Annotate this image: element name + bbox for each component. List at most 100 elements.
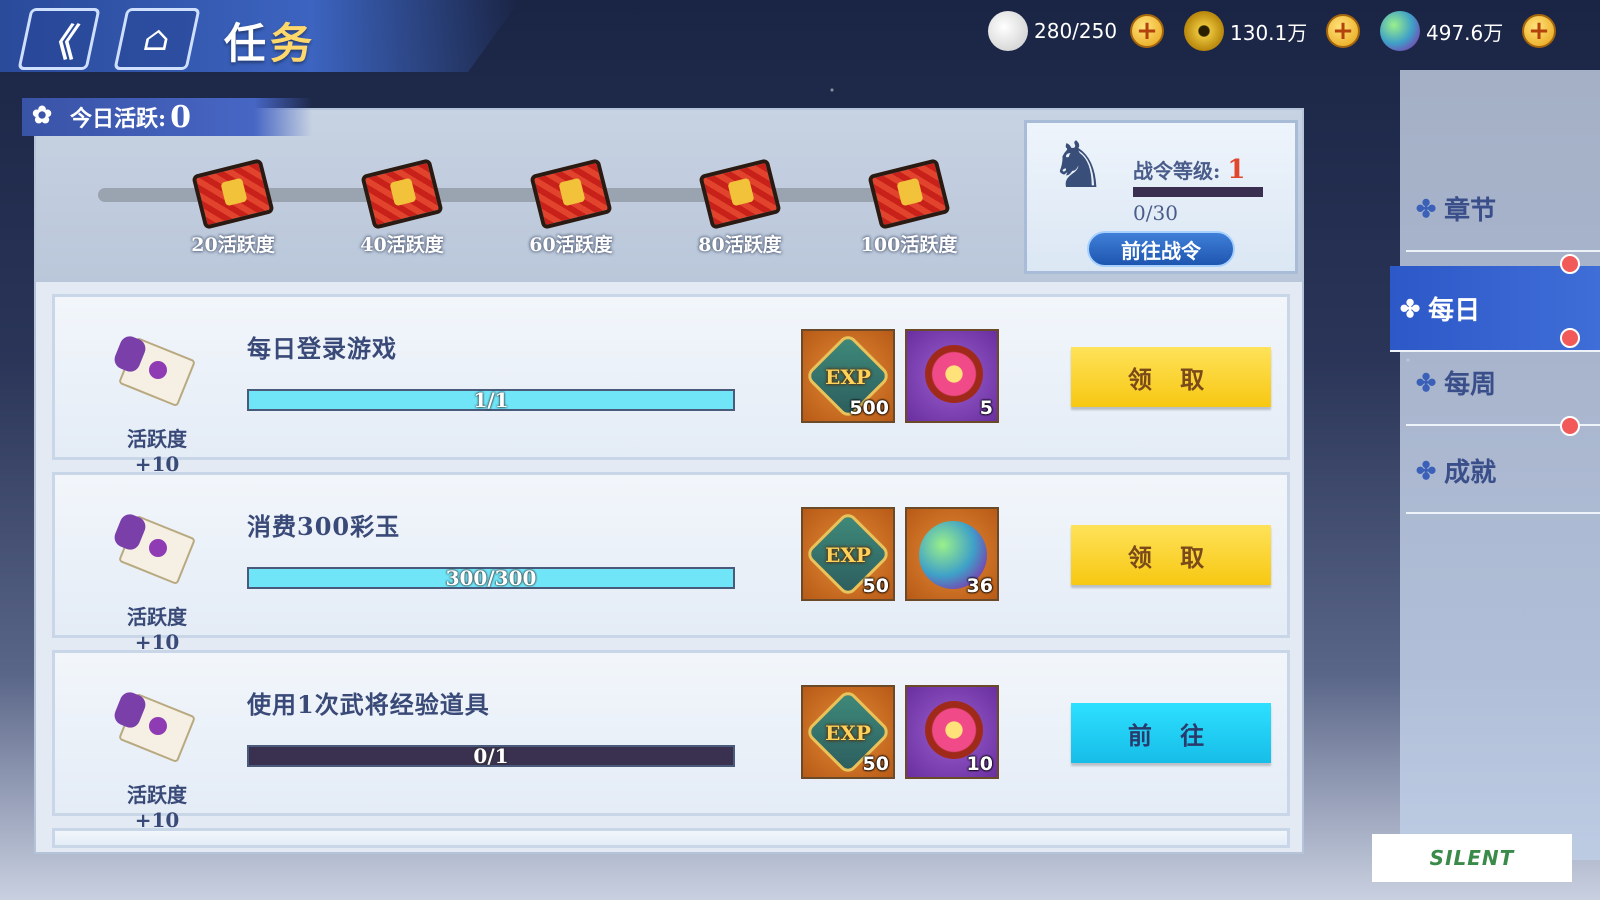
clover-icon: ✤ — [1400, 293, 1421, 323]
chest-icon — [191, 158, 275, 230]
task-progress-bar: 300/300 — [247, 566, 735, 590]
reward-count: 5 — [979, 397, 993, 419]
nav-chapter[interactable]: ✤ 章节 — [1406, 166, 1600, 252]
home-button[interactable]: ⌂ — [113, 8, 201, 70]
scroll-icon — [111, 333, 201, 408]
reward-count: 50 — [862, 575, 889, 597]
currency-stamina: 280/250 + — [988, 10, 1164, 52]
reward-count: 36 — [966, 575, 993, 597]
notification-dot — [1560, 328, 1580, 348]
reward-flower[interactable]: 5 — [905, 329, 999, 423]
milestone-chest-60[interactable]: 60活跃度 — [526, 158, 616, 257]
reward-count: 50 — [862, 753, 889, 775]
task-row-partial — [52, 828, 1290, 848]
nav-label: 每日 — [1428, 295, 1481, 326]
exp-label: EXP — [825, 721, 871, 745]
flower-icon — [925, 345, 983, 403]
milestone-chest-100[interactable]: 100活跃度 — [861, 158, 957, 257]
task-row: 活跃度+10 每日登录游戏 1/1 EXP 500 5 领 取 — [52, 294, 1290, 476]
go-to-pass-button[interactable]: 前往战令 — [1087, 231, 1235, 267]
task-progress-text: 0/1 — [473, 744, 509, 768]
nav-achievement[interactable]: ✤ 成就 — [1406, 416, 1600, 514]
chest-icon — [529, 158, 613, 230]
pass-level-value: 1 — [1227, 155, 1246, 185]
milestone-label: 80活跃度 — [698, 234, 782, 256]
task-progress-text: 1/1 — [473, 388, 509, 412]
task-row: 活跃度+10 使用1次武将经验道具 0/1 EXP 50 10 前 往 — [52, 650, 1290, 832]
task-progress-bar: 0/1 — [247, 744, 735, 768]
coins-value: 130.1万 — [1230, 20, 1308, 45]
reward-exp[interactable]: EXP 500 — [801, 329, 895, 423]
milestone-chest-20[interactable]: 20活跃度 — [188, 158, 278, 257]
notification-dot — [1560, 254, 1580, 274]
pass-level: 战令等级: 1 — [1133, 155, 1245, 185]
fox-mask-icon: ♞ — [1049, 129, 1107, 203]
task-points: 活跃度+10 — [127, 427, 187, 476]
nav-label: 每周 — [1444, 369, 1497, 400]
pass-level-label: 战令等级: — [1133, 159, 1221, 183]
exp-label: EXP — [825, 543, 871, 567]
back-arrow-icon: 《 — [34, 19, 83, 65]
task-progress-text: 300/300 — [445, 566, 537, 590]
reward-count: 10 — [966, 753, 993, 775]
daily-activity-banner: ✿ 今日活跃: 0 — [22, 98, 312, 136]
claim-button[interactable]: 领 取 — [1071, 347, 1271, 407]
exp-label: EXP — [825, 365, 871, 389]
nav-label: 章节 — [1444, 195, 1497, 226]
clover-icon: ✤ — [1416, 193, 1437, 223]
reward-count: 500 — [849, 397, 889, 419]
title-part-1: 任 — [224, 19, 271, 68]
jade-value: 497.6万 — [1426, 20, 1504, 45]
task-name: 使用1次武将经验道具 — [247, 690, 490, 719]
task-row: 活跃度+10 消费300彩玉 300/300 EXP 50 36 领 取 — [52, 472, 1290, 654]
task-progress-bar: 1/1 — [247, 388, 735, 412]
scroll-icon — [111, 689, 201, 764]
go-button[interactable]: 前 往 — [1071, 703, 1271, 763]
add-coins-button[interactable]: + — [1326, 14, 1360, 48]
flower-icon — [925, 701, 983, 759]
milestone-label: 20活跃度 — [191, 234, 275, 256]
back-button[interactable]: 《 — [17, 8, 101, 70]
claim-button[interactable]: 领 取 — [1071, 525, 1271, 585]
reward-jade-orb[interactable]: 36 — [905, 507, 999, 601]
add-jade-button[interactable]: + — [1522, 14, 1556, 48]
nav-label: 成就 — [1444, 457, 1497, 488]
nav-weekly[interactable]: ✤ 每周 — [1406, 328, 1600, 426]
stamina-value: 280/250 — [1034, 19, 1118, 43]
sakura-icon: ✿ — [32, 100, 53, 129]
chest-icon — [360, 158, 444, 230]
milestone-chest-40[interactable]: 40活跃度 — [357, 158, 447, 257]
reward-exp[interactable]: EXP 50 — [801, 507, 895, 601]
task-points: 活跃度+10 — [127, 605, 187, 654]
watermark-logo: SILENT — [1372, 834, 1572, 882]
reward-exp[interactable]: EXP 50 — [801, 685, 895, 779]
task-panel: ✿ 今日活跃: 0 20活跃度 40活跃度 60活跃度 80活跃度 100活跃度… — [22, 98, 1304, 854]
task-name: 每日登录游戏 — [247, 334, 397, 363]
activity-value: 0 — [170, 99, 191, 135]
home-icon: ⌂ — [139, 19, 175, 59]
task-name: 消费300彩玉 — [247, 512, 401, 541]
chest-icon — [698, 158, 782, 230]
chest-icon — [867, 158, 951, 230]
currency-coins: 130.1万 + — [1184, 10, 1360, 52]
clover-icon: ✤ — [1416, 367, 1437, 397]
activity-label: 今日活跃: — [70, 106, 167, 132]
pass-progress-text: 0/30 — [1133, 201, 1178, 225]
clover-icon: ✤ — [1416, 455, 1437, 485]
milestone-label: 100活跃度 — [860, 234, 958, 256]
title-part-2: 务 — [270, 19, 317, 68]
side-nav: ✤ 章节 ✤ 每日 ✤ 每周 ✤ 成就 — [1390, 70, 1600, 860]
task-points: 活跃度+10 — [127, 783, 187, 832]
pass-progress-bar — [1133, 187, 1263, 197]
notification-dot — [1560, 416, 1580, 436]
copper-coin-icon — [1184, 11, 1224, 51]
milestone-chest-80[interactable]: 80活跃度 — [695, 158, 785, 257]
currency-jade: 497.6万 + — [1380, 10, 1556, 52]
add-stamina-button[interactable]: + — [1130, 14, 1164, 48]
milestone-label: 40活跃度 — [360, 234, 444, 256]
reward-flower[interactable]: 10 — [905, 685, 999, 779]
battle-pass-card: ♞ 战令等级: 1 0/30 前往战令 — [1024, 120, 1298, 274]
milestone-label: 60活跃度 — [529, 234, 613, 256]
activity-area: ✿ 今日活跃: 0 20活跃度 40活跃度 60活跃度 80活跃度 100活跃度… — [22, 98, 1302, 282]
scroll-icon — [111, 511, 201, 586]
